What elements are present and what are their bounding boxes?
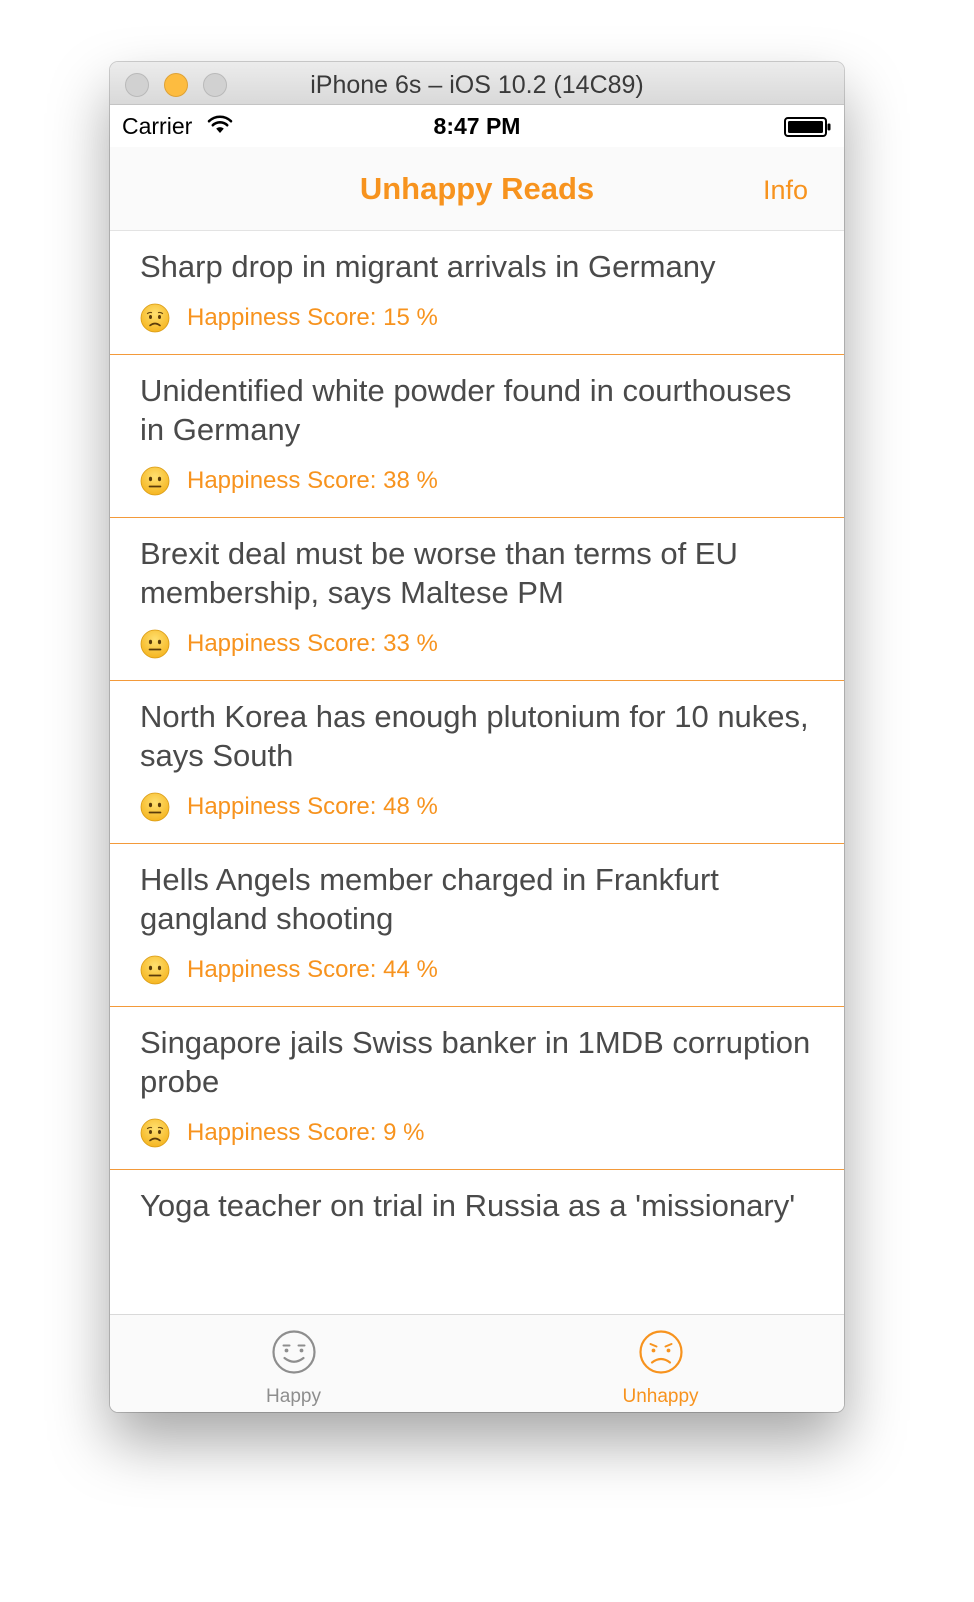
article-row[interactable]: Brexit deal must be worse than terms of … bbox=[110, 518, 844, 681]
neutral-face-icon bbox=[140, 792, 170, 822]
article-headline: Yoga teacher on trial in Russia as a 'mi… bbox=[140, 1188, 796, 1223]
tab-happy-label: Happy bbox=[266, 1386, 321, 1407]
article-headline: Hells Angels member charged in Frankfurt… bbox=[140, 862, 719, 936]
happiness-score: Happiness Score: 15 % bbox=[140, 302, 814, 334]
info-button[interactable]: Info bbox=[763, 175, 808, 206]
battery-full-icon bbox=[784, 117, 831, 137]
neutral-face-icon bbox=[140, 466, 170, 496]
frown-face-icon bbox=[639, 1330, 683, 1374]
status-time: 8:47 PM bbox=[433, 113, 521, 139]
smiley-face-icon bbox=[272, 1330, 316, 1374]
navigation-bar: Unhappy Reads Info bbox=[110, 147, 844, 231]
tab-unhappy[interactable]: Unhappy bbox=[477, 1315, 844, 1412]
article-row[interactable]: Hells Angels member charged in Frankfurt… bbox=[110, 844, 844, 1007]
happiness-score-label: Happiness Score: 9 % bbox=[187, 1119, 425, 1146]
article-headline: Singapore jails Swiss banker in 1MDB cor… bbox=[140, 1025, 811, 1099]
tab-bar: Happy Unhappy bbox=[110, 1314, 844, 1412]
sad-face-icon bbox=[140, 303, 170, 333]
article-row[interactable]: Unidentified white powder found in court… bbox=[110, 355, 844, 518]
happiness-score: Happiness Score: 33 % bbox=[140, 628, 814, 660]
neutral-face-icon bbox=[140, 629, 170, 659]
article-row[interactable]: Yoga teacher on trial in Russia as a 'mi… bbox=[110, 1170, 844, 1225]
happiness-score-label: Happiness Score: 44 % bbox=[187, 956, 438, 983]
article-headline: Brexit deal must be worse than terms of … bbox=[140, 536, 738, 610]
sad-face-icon bbox=[140, 1118, 170, 1148]
happiness-score: Happiness Score: 44 % bbox=[140, 954, 814, 986]
happiness-score: Happiness Score: 38 % bbox=[140, 465, 814, 497]
article-headline: Sharp drop in migrant arrivals in German… bbox=[140, 249, 716, 284]
happiness-score: Happiness Score: 9 % bbox=[140, 1117, 814, 1149]
happiness-score-label: Happiness Score: 33 % bbox=[187, 630, 438, 657]
window-title: iPhone 6s – iOS 10.2 (14C89) bbox=[310, 71, 644, 99]
happiness-score-label: Happiness Score: 48 % bbox=[187, 793, 438, 820]
happiness-score-label: Happiness Score: 38 % bbox=[187, 467, 438, 494]
tab-happy[interactable]: Happy bbox=[110, 1315, 477, 1412]
article-row[interactable]: Sharp drop in migrant arrivals in German… bbox=[110, 231, 844, 355]
window-titlebar: iPhone 6s – iOS 10.2 (14C89) bbox=[110, 62, 844, 105]
status-bar: Carrier 8:47 PM bbox=[110, 105, 844, 147]
simulator-window: iPhone 6s – iOS 10.2 (14C89) Carrier 8:4… bbox=[110, 62, 844, 1412]
article-row[interactable]: Singapore jails Swiss banker in 1MDB cor… bbox=[110, 1007, 844, 1170]
article-row[interactable]: North Korea has enough plutonium for 10 … bbox=[110, 681, 844, 844]
tab-unhappy-label: Unhappy bbox=[622, 1386, 699, 1407]
happiness-score: Happiness Score: 48 % bbox=[140, 791, 814, 823]
article-list[interactable]: Sharp drop in migrant arrivals in German… bbox=[110, 231, 844, 1314]
happiness-score-label: Happiness Score: 15 % bbox=[187, 304, 438, 331]
neutral-face-icon bbox=[140, 955, 170, 985]
article-headline: North Korea has enough plutonium for 10 … bbox=[140, 699, 809, 773]
page-title: Unhappy Reads bbox=[359, 171, 595, 206]
article-headline: Unidentified white powder found in court… bbox=[140, 373, 792, 447]
